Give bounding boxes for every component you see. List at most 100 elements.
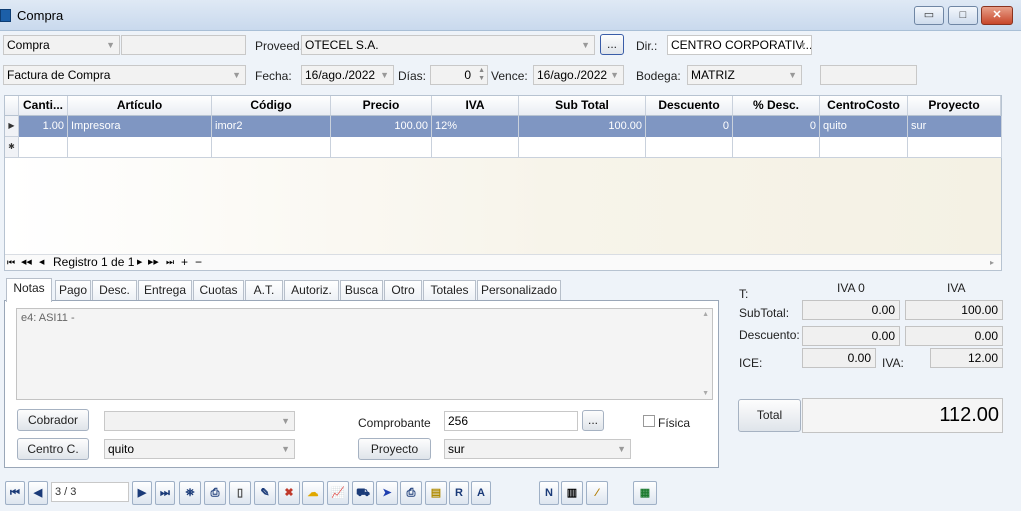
a-button[interactable]: A — [471, 481, 491, 505]
nav-next-page-icon[interactable]: ▶▶ — [148, 255, 159, 270]
col-header-pdesc[interactable]: % Desc. — [733, 96, 820, 116]
nav-prev-page-icon[interactable]: ◀◀ — [21, 255, 32, 270]
transport-icon[interactable]: ⛟ — [352, 481, 374, 505]
tab-busca[interactable]: Busca — [340, 280, 383, 301]
document-type-select[interactable]: Compra ▼ — [3, 35, 120, 55]
col-header-articulo[interactable]: Artículo — [68, 96, 212, 116]
cell-iva[interactable]: 12% — [432, 116, 519, 137]
minimize-button[interactable]: ▭ — [914, 6, 944, 25]
tab-personalizado[interactable]: Personalizado — [477, 280, 561, 301]
fecha-date-picker[interactable]: 16/ago./2022 ▼ — [301, 65, 394, 85]
bodega-select[interactable]: MATRIZ ▼ — [687, 65, 802, 85]
search-binoculars-icon[interactable]: ⛯ — [179, 481, 201, 505]
cobrador-button[interactable]: Cobrador — [17, 409, 89, 431]
last-record-button[interactable]: ⏭ — [155, 481, 175, 505]
col-header-subtotal[interactable]: Sub Total — [519, 96, 646, 116]
close-button[interactable]: ✕ — [981, 6, 1013, 25]
new-cell[interactable] — [19, 137, 68, 158]
dias-spinner[interactable]: 0 ▲ ▼ — [430, 65, 488, 85]
cell-proyecto[interactable]: sur — [908, 116, 1002, 137]
proyecto-select[interactable]: sur ▼ — [444, 439, 631, 459]
nav-add-icon[interactable]: + — [181, 255, 188, 270]
cell-subtotal[interactable]: 100.00 — [519, 116, 646, 137]
col-header-centrocosto[interactable]: CentroCosto — [820, 96, 908, 116]
excel-export-icon[interactable]: ▦ — [633, 481, 657, 505]
cell-precio[interactable]: 100.00 — [331, 116, 432, 137]
proveedor-browse-button[interactable]: ... — [600, 34, 624, 55]
col-header-cantidad[interactable]: Canti... — [19, 96, 68, 116]
cell-centrocosto[interactable]: quito — [820, 116, 908, 137]
centro-costo-select[interactable]: quito ▼ — [104, 439, 295, 459]
document-extra-field[interactable] — [121, 35, 246, 55]
bodega-extra-field[interactable] — [820, 65, 917, 85]
tab-pago[interactable]: Pago — [55, 280, 91, 301]
cobrador-select[interactable]: ▼ — [104, 411, 295, 431]
document-kind-select[interactable]: Factura de Compra ▼ — [3, 65, 246, 85]
direccion-select[interactable]: CENTRO CORPORATIV... ▼ — [667, 35, 812, 55]
cell-codigo[interactable]: imor2 — [212, 116, 331, 137]
proyecto-button[interactable]: Proyecto — [358, 438, 431, 460]
new-cell[interactable] — [820, 137, 908, 158]
barcode-icon[interactable]: ▥ — [561, 481, 583, 505]
print-icon[interactable]: ⎙ — [204, 481, 226, 505]
pointer-icon[interactable]: ➤ — [376, 481, 398, 505]
new-cell[interactable] — [68, 137, 212, 158]
proveedor-select[interactable]: OTECEL S.A. ▼ — [301, 35, 595, 55]
notes-icon[interactable]: ▤ — [425, 481, 447, 505]
new-cell[interactable] — [212, 137, 331, 158]
cell-descuento[interactable]: 0 — [646, 116, 733, 137]
total-button[interactable]: Total — [738, 399, 801, 432]
scroll-up-icon[interactable]: ▲ — [702, 311, 709, 318]
col-header-precio[interactable]: Precio — [331, 96, 432, 116]
new-cell[interactable] — [908, 137, 1002, 158]
tab-notas[interactable]: Notas — [6, 278, 52, 302]
new-document-icon[interactable]: ▯ — [229, 481, 251, 505]
tab-autoriz[interactable]: Autoriz. — [284, 280, 339, 301]
fisica-checkbox[interactable] — [643, 415, 655, 427]
new-table-row[interactable] — [19, 137, 1002, 158]
current-row-indicator-icon[interactable]: ▶ — [5, 116, 19, 137]
edit-icon[interactable]: ✎ — [254, 481, 276, 505]
nav-next-icon[interactable]: ▶ — [137, 255, 142, 270]
col-header-proyecto[interactable]: Proyecto — [908, 96, 1001, 116]
spinner-arrows-icon[interactable]: ▲ ▼ — [478, 67, 485, 83]
printer-alt-icon[interactable]: ⎙ — [400, 481, 422, 505]
record-position-field[interactable]: 3 / 3 — [51, 482, 129, 502]
col-header-codigo[interactable]: Código — [212, 96, 331, 116]
tab-entrega[interactable]: Entrega — [138, 280, 192, 301]
new-cell[interactable] — [733, 137, 820, 158]
centro-costo-button[interactable]: Centro C. — [17, 438, 89, 460]
col-header-descuento[interactable]: Descuento — [646, 96, 733, 116]
cell-pdesc[interactable]: 0 — [733, 116, 820, 137]
r-button[interactable]: R — [449, 481, 469, 505]
notes-textarea[interactable]: e4: ASI11 - ▲ ▼ — [16, 308, 713, 400]
new-cell[interactable] — [519, 137, 646, 158]
nav-prev-icon[interactable]: ◀ — [39, 255, 44, 270]
scroll-right-icon[interactable]: ▸ — [990, 255, 994, 270]
tab-at[interactable]: A.T. — [245, 280, 283, 301]
new-cell[interactable] — [432, 137, 519, 158]
nav-last-icon[interactable]: ⏭ — [166, 255, 174, 270]
items-grid[interactable]: Canti... Artículo Código Precio IVA Sub … — [4, 95, 1002, 271]
vence-date-picker[interactable]: 16/ago./2022 ▼ — [533, 65, 624, 85]
tab-totales[interactable]: Totales — [423, 280, 476, 301]
comprobante-browse-button[interactable]: ... — [582, 410, 604, 431]
magic-wand-icon[interactable]: ⁄ — [586, 481, 608, 505]
maximize-button[interactable]: □ — [948, 6, 978, 25]
new-row-asterisk-icon[interactable]: ✱ — [5, 137, 19, 158]
tab-cuotas[interactable]: Cuotas — [193, 280, 244, 301]
cell-cantidad[interactable]: 1.00 — [19, 116, 68, 137]
prev-record-button[interactable]: ◀ — [28, 481, 48, 505]
nav-first-icon[interactable]: ⏮ — [7, 255, 15, 270]
nav-remove-icon[interactable]: − — [195, 255, 202, 270]
new-cell[interactable] — [646, 137, 733, 158]
first-record-button[interactable]: ⏮ — [5, 481, 25, 505]
next-record-button[interactable]: ▶ — [132, 481, 152, 505]
tab-otro[interactable]: Otro — [384, 280, 422, 301]
tab-desc[interactable]: Desc. — [92, 280, 137, 301]
new-cell[interactable] — [331, 137, 432, 158]
n-button[interactable]: N — [539, 481, 559, 505]
scroll-down-icon[interactable]: ▼ — [702, 390, 709, 397]
comprobante-input[interactable]: 256 — [444, 411, 578, 431]
col-header-iva[interactable]: IVA — [432, 96, 519, 116]
